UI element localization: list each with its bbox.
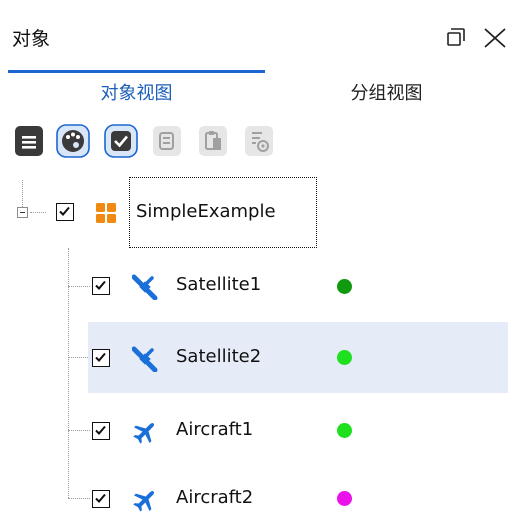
tree-node-label: Satellite2 (176, 346, 262, 367)
document-icon (15, 126, 43, 156)
grid-icon (96, 203, 116, 223)
close-button[interactable] (479, 24, 508, 50)
view-tabs: 对象视图 分组视图 (0, 70, 508, 118)
document-settings-button[interactable] (242, 124, 276, 158)
check-icon (95, 352, 106, 362)
color-settings-button[interactable] (56, 124, 90, 158)
tree-connector (68, 286, 90, 287)
check-all-button[interactable] (104, 124, 138, 158)
check-icon (95, 425, 106, 435)
check-icon (95, 280, 106, 290)
restore-window-button[interactable] (444, 25, 468, 49)
tree-node-label: Aircraft2 (176, 487, 254, 508)
tab-object-view-label: 对象视图 (100, 83, 173, 104)
node-checkbox[interactable] (92, 349, 110, 367)
status-color-dot[interactable] (337, 491, 352, 506)
restore-icon (447, 28, 465, 46)
check-icon (95, 493, 106, 503)
panel-title: 对象 (12, 28, 51, 50)
status-color-dot[interactable] (337, 279, 352, 294)
focus-outline (129, 177, 317, 248)
paste-icon (199, 126, 227, 156)
satellite-icon (132, 346, 158, 372)
tree-connector (68, 357, 90, 358)
active-tab-indicator (8, 70, 265, 73)
paste-button[interactable] (196, 124, 230, 158)
airplane-icon (133, 422, 155, 444)
new-document-button[interactable] (12, 124, 46, 158)
check-icon (59, 206, 70, 216)
tree-connector (68, 498, 90, 499)
node-checkbox[interactable] (92, 490, 110, 508)
status-color-dot[interactable] (337, 423, 352, 438)
tree-node-label: Satellite1 (176, 274, 262, 295)
copy-icon (153, 126, 181, 156)
close-icon (484, 28, 506, 48)
tab-group-view-label: 分组视图 (350, 83, 423, 104)
tab-group-view[interactable]: 分组视图 (265, 70, 508, 118)
tree-node-label: Aircraft1 (176, 419, 254, 440)
status-color-dot[interactable] (337, 350, 352, 365)
tree-node-satellite1[interactable]: Satellite1 (88, 250, 508, 321)
checkbox-icon (104, 124, 138, 158)
root-checkbox[interactable] (56, 203, 74, 221)
node-checkbox[interactable] (92, 422, 110, 440)
palette-icon (56, 124, 90, 158)
tree-node-aircraft1[interactable]: Aircraft1 (88, 395, 508, 466)
collapse-toggle[interactable] (17, 207, 28, 218)
copy-button[interactable] (150, 124, 184, 158)
tab-object-view[interactable]: 对象视图 (8, 70, 265, 118)
panel-titlebar: 对象 (0, 0, 508, 70)
document-settings-icon (245, 126, 273, 156)
tree-connector (68, 430, 90, 431)
airplane-icon (133, 490, 155, 512)
node-checkbox[interactable] (92, 277, 110, 295)
satellite-icon (132, 274, 158, 300)
tree-node-aircraft2[interactable]: Aircraft2 (88, 466, 508, 518)
tree-node-satellite2[interactable]: Satellite2 (88, 322, 508, 393)
